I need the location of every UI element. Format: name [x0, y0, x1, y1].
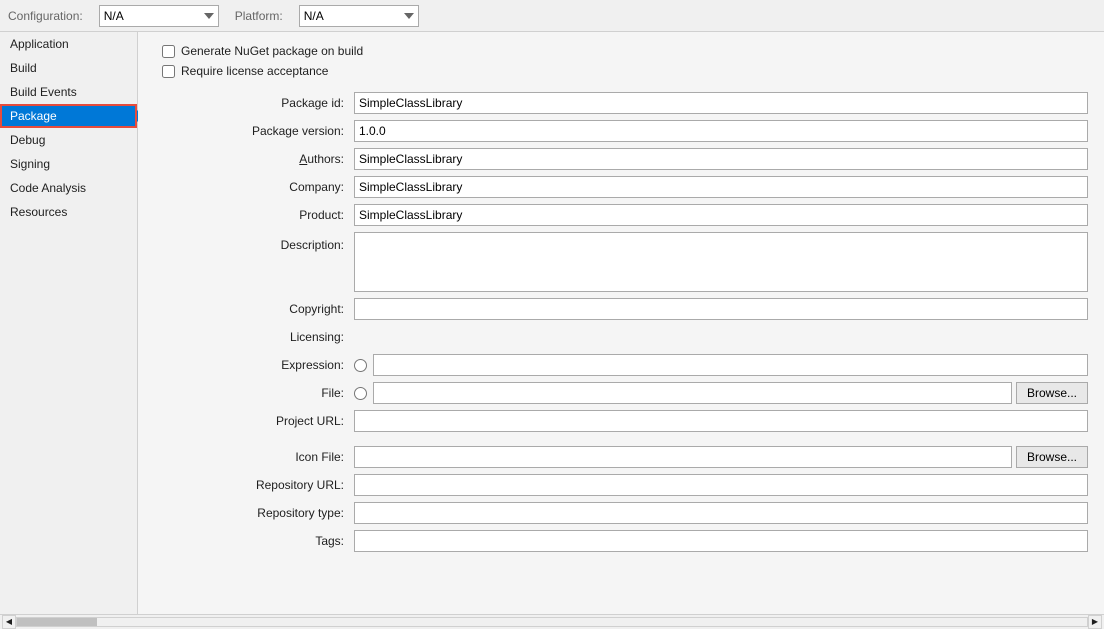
file-input[interactable] — [373, 382, 1012, 404]
package-version-input[interactable] — [354, 120, 1088, 142]
horizontal-scrollbar: ◀ ▶ — [0, 614, 1104, 628]
company-input[interactable] — [354, 176, 1088, 198]
product-label: Product: — [154, 204, 354, 226]
icon-file-input-group: Browse... — [354, 446, 1088, 468]
tags-row: Tags: — [154, 530, 1088, 552]
platform-select[interactable]: N/A — [299, 5, 419, 27]
sidebar: Application Build Build Events Package D… — [0, 32, 138, 614]
icon-file-input[interactable] — [354, 446, 1012, 468]
repository-url-input[interactable] — [354, 474, 1088, 496]
file-label: File: — [154, 382, 354, 404]
require-license-row: Require license acceptance — [154, 64, 1088, 78]
project-url-input[interactable] — [354, 410, 1088, 432]
expression-label: Expression: — [154, 354, 354, 376]
description-input[interactable] — [354, 232, 1088, 292]
generate-nuget-row: Generate NuGet package on build — [154, 44, 1088, 58]
description-label: Description: — [154, 232, 354, 256]
sidebar-item-signing[interactable]: Signing — [0, 152, 137, 176]
repository-type-label: Repository type: — [154, 502, 354, 524]
top-bar: Configuration: N/A Platform: N/A — [0, 0, 1104, 32]
sidebar-item-debug[interactable]: Debug — [0, 128, 137, 152]
repository-url-label: Repository URL: — [154, 474, 354, 496]
require-license-label: Require license acceptance — [181, 64, 328, 78]
authors-input[interactable] — [354, 148, 1088, 170]
file-browse-button[interactable]: Browse... — [1016, 382, 1088, 404]
repository-url-row: Repository URL: — [154, 474, 1088, 496]
product-input[interactable] — [354, 204, 1088, 226]
package-id-row: Package id: — [154, 92, 1088, 114]
package-version-row: Package version: — [154, 120, 1088, 142]
copyright-input[interactable] — [354, 298, 1088, 320]
sidebar-item-code-analysis[interactable]: Code Analysis — [0, 176, 137, 200]
icon-file-row: Icon File: Browse... — [154, 446, 1088, 468]
icon-file-label: Icon File: — [154, 446, 354, 468]
sidebar-item-resources[interactable]: Resources — [0, 200, 137, 224]
copyright-row: Copyright: — [154, 298, 1088, 320]
sidebar-item-build-events[interactable]: Build Events — [0, 80, 137, 104]
sidebar-item-build[interactable]: Build — [0, 56, 137, 80]
product-row: Product: — [154, 204, 1088, 226]
tags-label: Tags: — [154, 530, 354, 552]
copyright-label: Copyright: — [154, 298, 354, 320]
scrollbar-thumb[interactable] — [17, 618, 97, 626]
tags-input[interactable] — [354, 530, 1088, 552]
project-url-row: Project URL: — [154, 410, 1088, 432]
sidebar-item-package[interactable]: Package — [0, 104, 137, 128]
main-layout: Application Build Build Events Package D… — [0, 32, 1104, 614]
expression-row: Expression: — [154, 354, 1088, 376]
package-id-input[interactable] — [354, 92, 1088, 114]
package-id-label: Package id: — [154, 92, 354, 114]
config-select[interactable]: N/A — [99, 5, 219, 27]
scroll-left-arrow[interactable]: ◀ — [2, 615, 16, 629]
content-area: Generate NuGet package on build Require … — [138, 32, 1104, 614]
platform-label: Platform: — [235, 9, 283, 23]
file-row: File: Browse... — [154, 382, 1088, 404]
generate-nuget-checkbox[interactable] — [162, 45, 175, 58]
file-radio[interactable] — [354, 387, 367, 400]
package-version-label: Package version: — [154, 120, 354, 142]
description-row: Description: — [154, 232, 1088, 292]
repository-type-row: Repository type: — [154, 502, 1088, 524]
authors-label: Authors: — [154, 148, 354, 170]
scrollbar-track[interactable] — [16, 617, 1088, 627]
icon-browse-button[interactable]: Browse... — [1016, 446, 1088, 468]
company-label: Company: — [154, 176, 354, 198]
licensing-header-row: Licensing: — [154, 326, 1088, 348]
file-input-group: Browse... — [373, 382, 1088, 404]
expression-input[interactable] — [373, 354, 1088, 376]
sidebar-item-application[interactable]: Application — [0, 32, 137, 56]
generate-nuget-label: Generate NuGet package on build — [181, 44, 363, 58]
project-url-label: Project URL: — [154, 410, 354, 432]
expression-radio[interactable] — [354, 359, 367, 372]
config-label: Configuration: — [8, 9, 83, 23]
repository-type-input[interactable] — [354, 502, 1088, 524]
company-row: Company: — [154, 176, 1088, 198]
require-license-checkbox[interactable] — [162, 65, 175, 78]
authors-row: Authors: — [154, 148, 1088, 170]
scroll-right-arrow[interactable]: ▶ — [1088, 615, 1102, 629]
licensing-label: Licensing: — [154, 326, 354, 348]
